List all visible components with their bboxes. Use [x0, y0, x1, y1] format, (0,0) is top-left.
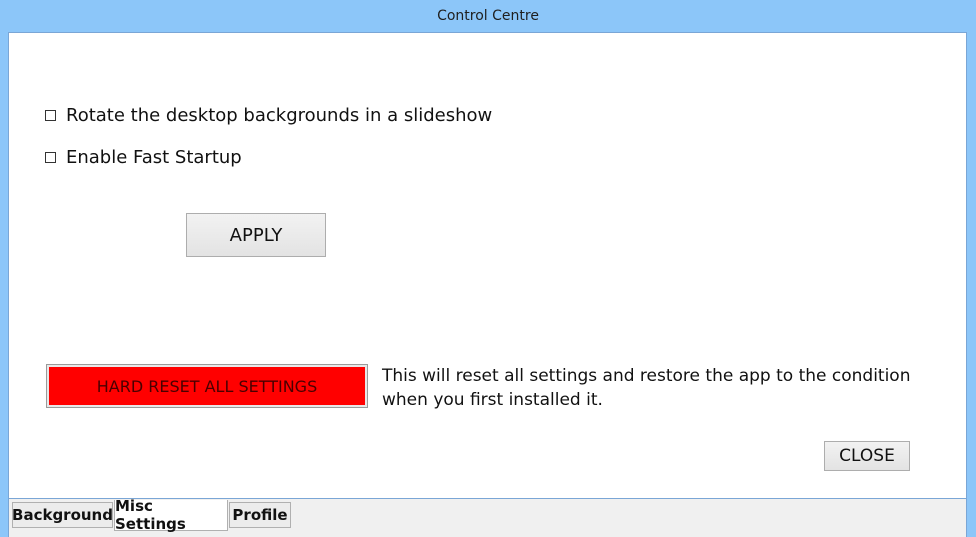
hard-reset-description: This will reset all settings and restore…: [382, 366, 911, 410]
window-title: Control Centre: [437, 8, 539, 24]
apply-button[interactable]: APPLY: [186, 213, 326, 257]
close-button[interactable]: CLOSE: [824, 441, 910, 471]
control-centre-window: Control Centre Rotate the desktop backgr…: [0, 0, 976, 537]
tab-bar: Background Misc Settings Profile: [8, 497, 967, 537]
hard-reset-label: HARD RESET ALL SETTINGS: [49, 367, 365, 405]
misc-settings-panel: Rotate the desktop backgrounds in a slid…: [8, 32, 967, 499]
tab-misc-settings[interactable]: Misc Settings: [114, 497, 228, 533]
hard-reset-button[interactable]: HARD RESET ALL SETTINGS: [46, 364, 368, 408]
fast-startup-checkbox[interactable]: [45, 152, 56, 163]
rotate-backgrounds-option[interactable]: Rotate the desktop backgrounds in a slid…: [45, 105, 492, 126]
fast-startup-option[interactable]: Enable Fast Startup: [45, 147, 242, 168]
rotate-backgrounds-label: Rotate the desktop backgrounds in a slid…: [66, 105, 493, 126]
tab-profile[interactable]: Profile: [229, 502, 291, 528]
fast-startup-label: Enable Fast Startup: [66, 147, 242, 168]
rotate-backgrounds-checkbox[interactable]: [45, 110, 56, 121]
tab-background[interactable]: Background: [12, 502, 113, 528]
